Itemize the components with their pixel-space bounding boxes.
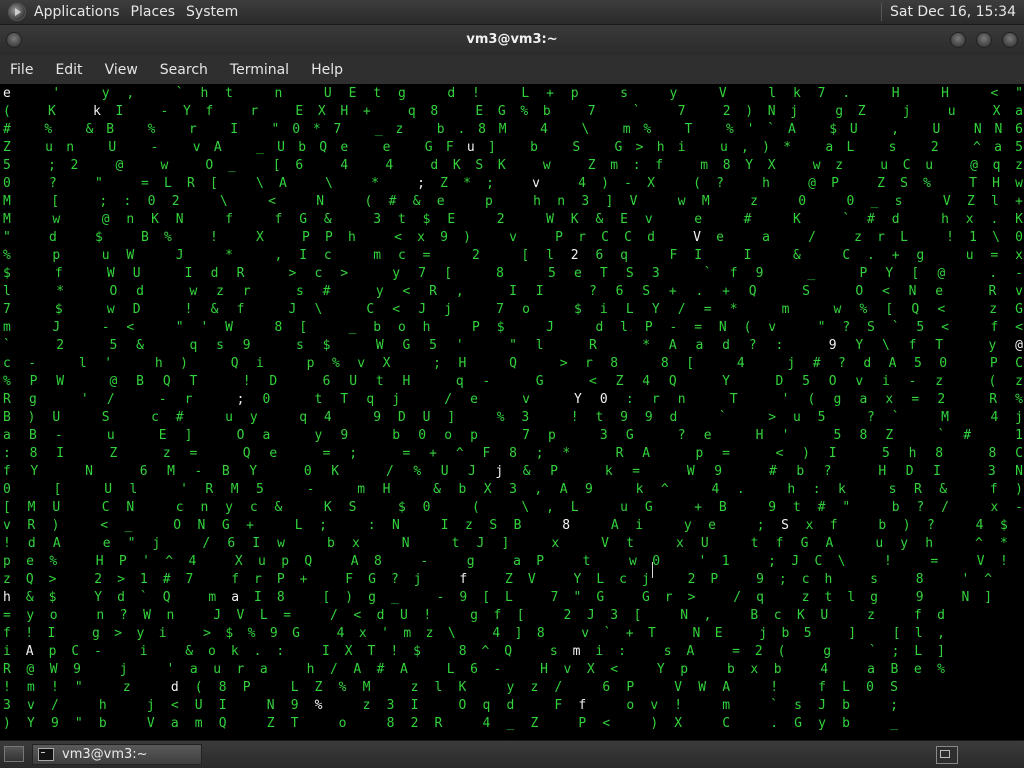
terminal-line: ! m! " z d(8 P L Z% M zlK y z/ 6P VWA ! fL0S [3,680,898,695]
terminal-line: v R) < _ O N G + L; :N IzSB 8 Ai ye ; Sx f b)? … [3,518,1008,533]
terminal-line: f! I g > y i > $% 9 G 4 x ' m z \ 4] 8 v ` + T NE jb5 ] … [3,626,945,641]
terminal-line: z Q > 2 >1 #7 f r P + F G? j f ZV YLcj 2P 9; c h s … [3,572,992,587]
bottom-panel: vm3@vm3:~ [0,740,1024,768]
terminal-line: 0 ? " = L R[ \ A \ * ; Z *; v 4) - X (? h @ P ZS… [3,176,1023,191]
terminal-line: B) U S c # uy q4 9 D U] % 3 ! t 9 9 d ` > u 5 ? ` M … [3,410,1023,425]
terminal-line: % P W @ B Q T ! D 6UtH q- G < Z 4 Q Y D5Ovi-z (z [3,374,1023,389]
menu-system[interactable]: System [184,4,247,20]
menu-file[interactable]: File [0,62,45,78]
menu-help[interactable]: Help [301,62,355,78]
terminal-icon [38,748,54,761]
terminal-line: " d $ B% ! X PPh < x 9) v PrCCd Ve a / zrL… [3,230,1023,245]
terminal-line: l * Od wzr s # y < R, II ? 6 S +. + Q S O < Ne Rv [3,284,1023,299]
taskbar-window-label: vm3@vm3:~ [62,747,148,762]
taskbar-window-button[interactable]: vm3@vm3:~ [32,744,202,765]
menu-terminal[interactable]: Terminal [220,62,301,78]
terminal-line: fY N 6M-BY 0K /% U Jj & P k = W9 # b? HDI 3N [3,464,1023,479]
terminal-line: Rg ' / -r ; 0 tTqj / e v Y0:rn T '(g a x = 2 R% [3,392,1023,407]
show-desktop-icon[interactable] [4,746,24,762]
panel-separator [880,3,882,21]
terminal-line: m J - < " ' W 8[ _ b o h P $ J d l P - = N(v "? S ` 5 < … [3,320,1023,335]
terminal-line: e ' y, ` h t n UEtg d! L + p s y V lk7. H H … [3,86,1023,101]
menu-edit[interactable]: Edit [45,62,94,78]
terminal-line: 3 v / h j < U I N 9% z3I Oqd Ff o v! m ` s Jb ; [3,698,898,713]
terminal-line: M [ ;:0 2 \ < N (# & e p h n 3] V wM z 0 0 _ s V… [3,194,1023,209]
terminal-line: aB- u E] Oa y9 b0op 7p 3G ? e H ' 58Z ` # 1 [3,428,1023,443]
terminal-line: [M U CN c n y c & KS $0 ( \, L uG + B 9 t # " b? / … [3,500,1023,515]
terminal-line: % p uW J * ,Ic m c = 2 [l 2 6 q FI I & C. + g u… [3,248,1023,263]
matrix-rain: e ' y, ` h t n UEtg d! L + p s y V lk7. H H … [3,86,1023,731]
maximize-icon[interactable] [976,32,992,48]
terminal-line: M w @ n K N f f G & 3 t $ E 2 W K & Ev e # K ` # d hx… [3,212,1023,227]
window-titlebar[interactable]: vm3@vm3:~ [0,25,1024,55]
terminal-line: $ f WU IdR > c > y 7[ 8 5eTS3 ` f 9 _ P Y[@ .- [3,266,1023,281]
workspace-switcher-icon[interactable] [936,746,958,764]
terminal-line: ` 2 5 & qs9 s $ W G 5 ' " l R * Aa d?: 9 Y \ f T y @ [3,338,1023,353]
terminal-line: 0 [ Ul ' R M 5 - mH & b X 3, A 9 k ^ 4. h:k s R & f… [3,482,1023,497]
terminal-line: h & $ Yd ` Q maI8 [) g _ -9[L 7 " G Gr > / q ztlg … [3,590,992,605]
terminal-line: iApC- i & o k.: I X T! $ 8 ^ Q smi: sA = 2( g `;… [3,644,945,659]
terminal-line: 7 $ wD ! & f J \ C < Jj 7o $ i L Y / = * m w%[Q < zG [3,302,1023,317]
terminal-output[interactable]: e ' y, ` h t n UEtg d! L + p s y V lk7. H H … [0,84,1024,740]
window-menu-icon[interactable] [6,32,22,48]
menu-applications[interactable]: Applications [32,4,129,20]
terminal-line: = y o n? Wn J V L = / < d U! g f[ 2 J 3[ N, BcKU z f… [3,608,945,623]
menu-places[interactable]: Places [129,4,185,20]
terminal-line: Z un U - vA _ Ub Qe e G Fu] b S G > h i u,) * a… [3,140,1023,155]
distro-logo-icon[interactable] [8,3,26,21]
mouse-cursor-icon [652,562,659,578]
menu-search[interactable]: Search [150,62,220,78]
terminal-line: :8I Z z = Qe =; = + ^ F 8; * RA p = <) I 5h8 8C [3,446,1023,461]
terminal-line: c- l ' h) Qi p% v X ; H Q > r 8 8[ 4 j #? d A 5 0 P… [3,356,1023,371]
terminal-line: ) Y 9 " b VamQ ZT o 82R 4 _ Z P < ) X C .Gyb _ [3,716,898,731]
terminal-menubar: File Edit View Search Terminal Help [0,55,1024,84]
terminal-line: ! d A e " j /6 Iw bx N t J] x Vt xU tfGA uyh ^… [3,536,1008,551]
clock[interactable]: Sat Dec 16, 15:34 [890,4,1024,20]
menu-view[interactable]: View [95,62,150,78]
terminal-line: R @ W 9 j ' a u r a h / A # A L6- Hv X < Yp bxb 4 aBe… [3,662,945,677]
minimize-icon[interactable] [950,32,966,48]
window-title: vm3@vm3:~ [466,32,558,47]
terminal-line: p e% H P ' ^ 4 XupQ A8 - g aP t w0 ' 1 ; J C \ ! … [3,554,1008,569]
close-icon[interactable] [1002,32,1018,48]
terminal-line: 5 ; 2 @ w O _ [6 4 4 dKSK w Zm:f m8YX wz u… [3,158,1023,173]
terminal-line: ( K kI -Yf r E X H + q8 E G% b 7 ` 7 2) Nj gZ … [3,104,1023,119]
terminal-line: # % & B % r I " 0 * 7 _ z b.8M 4 \ m% T % ' ` A … [3,122,1023,137]
top-panel: Applications Places System Sat Dec 16, 1… [0,0,1024,25]
